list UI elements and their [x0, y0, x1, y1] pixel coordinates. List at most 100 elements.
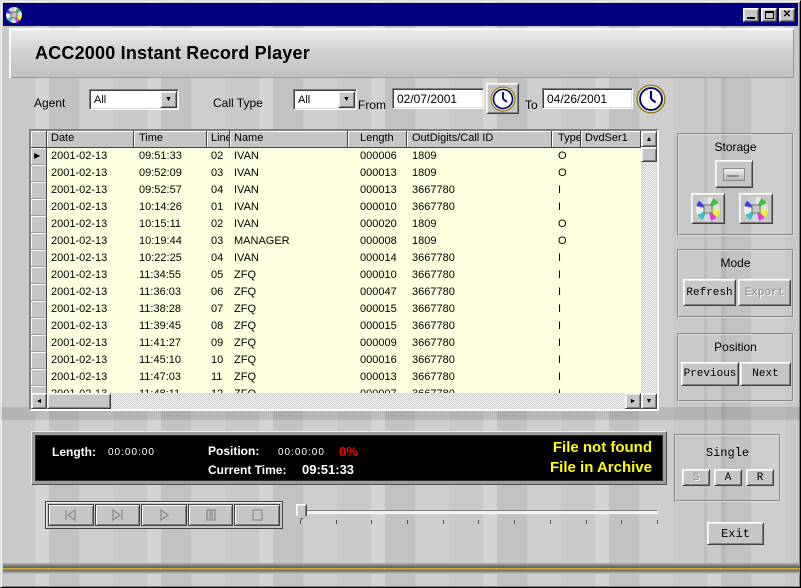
cell: 1809: [407, 216, 552, 233]
close-button[interactable]: ✕: [779, 8, 795, 22]
horizontal-scroll-track[interactable]: [111, 393, 625, 409]
row-selector[interactable]: [31, 250, 47, 267]
stop-button[interactable]: [234, 504, 280, 526]
pause-icon: [201, 508, 221, 522]
cell: 09: [207, 335, 230, 352]
table-row[interactable]: 2001-02-1311:41:2709ZFQ0000093667780I: [31, 335, 641, 352]
cell: [581, 165, 641, 182]
table-row[interactable]: 2001-02-1311:48:1112ZFQ0000073667780I: [31, 386, 641, 393]
table-row[interactable]: 2001-02-1309:52:0903IVAN0000131809O: [31, 165, 641, 182]
column-header-name[interactable]: Name: [230, 131, 348, 148]
chevron-down-icon[interactable]: ▼: [160, 91, 177, 108]
column-header-dvdser1[interactable]: DvdSer1: [581, 131, 641, 148]
row-selector[interactable]: [31, 165, 47, 182]
storage-drive-button[interactable]: [715, 160, 753, 188]
previous-button[interactable]: Previous: [681, 362, 739, 386]
next-button[interactable]: Next: [740, 362, 791, 386]
vertical-scroll-track[interactable]: [641, 162, 657, 393]
scroll-left-icon[interactable]: ◄: [31, 393, 47, 409]
scroll-up-icon[interactable]: ▲: [641, 131, 657, 147]
from-calendar-button[interactable]: [486, 83, 519, 114]
table-row[interactable]: 2001-02-1311:34:5505ZFQ0000103667780I: [31, 267, 641, 284]
row-selector[interactable]: [31, 369, 47, 386]
slider-thumb[interactable]: [296, 504, 307, 520]
to-date-input[interactable]: 04/26/2001: [542, 88, 633, 109]
column-header-line[interactable]: Line: [207, 131, 230, 148]
table-row[interactable]: ▶2001-02-1309:51:3302IVAN0000061809O: [31, 148, 641, 165]
column-header-type[interactable]: Type: [552, 131, 581, 148]
table-row[interactable]: 2001-02-1310:22:2504IVAN0000143667780I: [31, 250, 641, 267]
to-clock-button[interactable]: [634, 83, 667, 115]
scroll-down-icon[interactable]: ▼: [641, 393, 657, 409]
storage-cd2-button[interactable]: [739, 193, 773, 224]
row-selector[interactable]: [31, 233, 47, 250]
cell: 2001-02-13: [47, 284, 134, 301]
drive-icon: [723, 168, 745, 181]
table-row[interactable]: 2001-02-1311:47:0311ZFQ0000133667780I: [31, 369, 641, 386]
table-body: ▶2001-02-1309:51:3302IVAN0000061809O2001…: [31, 148, 641, 393]
cell: 000010: [348, 199, 407, 216]
cell: 2001-02-13: [47, 352, 134, 369]
table-row[interactable]: 2001-02-1310:19:4403MANAGER0000081809O: [31, 233, 641, 250]
single-r-button[interactable]: R: [746, 469, 774, 486]
seek-slider[interactable]: [294, 503, 662, 525]
row-selector[interactable]: [31, 267, 47, 284]
pause-button[interactable]: [188, 504, 234, 526]
cell: 1809: [407, 233, 552, 250]
current-row-indicator[interactable]: ▶: [31, 148, 47, 165]
minimize-button[interactable]: [743, 8, 759, 22]
column-header-date[interactable]: Date: [47, 131, 134, 148]
titlebar[interactable]: ✕: [3, 3, 798, 26]
table-row[interactable]: 2001-02-1310:14:2601IVAN0000103667780I: [31, 199, 641, 216]
column-header-length[interactable]: Length: [348, 131, 407, 148]
cell: 11:38:28: [134, 301, 207, 318]
horizontal-scrollbar[interactable]: ◄ ►: [31, 393, 641, 409]
cell: 000008: [348, 233, 407, 250]
next-track-button[interactable]: [95, 504, 141, 526]
export-button[interactable]: Export: [738, 279, 791, 306]
tick-mark: [300, 520, 301, 524]
table-row[interactable]: 2001-02-1311:38:2807ZFQ0000153667780I: [31, 301, 641, 318]
single-a-button[interactable]: A: [714, 469, 742, 486]
vertical-scroll-thumb[interactable]: [641, 147, 657, 162]
call-type-combo[interactable]: All ▼: [293, 89, 357, 110]
row-selector[interactable]: [31, 182, 47, 199]
column-header-time[interactable]: Time: [134, 131, 207, 148]
cell: O: [552, 165, 581, 182]
vertical-scrollbar[interactable]: ▲ ▼: [641, 131, 657, 409]
maximize-button[interactable]: [761, 8, 777, 22]
storage-cd1-button[interactable]: [691, 193, 725, 224]
row-selector[interactable]: [31, 284, 47, 301]
table-row[interactable]: 2001-02-1311:39:4508ZFQ0000153667780I: [31, 318, 641, 335]
chevron-down-icon[interactable]: ▼: [338, 91, 355, 108]
row-selector[interactable]: [31, 216, 47, 233]
row-selector[interactable]: [31, 335, 47, 352]
table-row[interactable]: 2001-02-1310:15:1102IVAN0000201809O: [31, 216, 641, 233]
previous-track-button[interactable]: [48, 504, 94, 526]
row-selector[interactable]: [31, 301, 47, 318]
column-header-outdigits-call-id[interactable]: OutDigits/Call ID: [407, 131, 552, 148]
table-row[interactable]: 2001-02-1309:52:5704IVAN0000133667780I: [31, 182, 641, 199]
slider-track[interactable]: [300, 510, 658, 514]
row-selector[interactable]: [31, 199, 47, 216]
row-selector[interactable]: [31, 318, 47, 335]
from-date-input[interactable]: 02/07/2001: [392, 88, 484, 109]
scroll-right-icon[interactable]: ►: [625, 393, 641, 409]
row-selector[interactable]: [31, 386, 47, 393]
agent-value: All: [90, 94, 160, 106]
cell: 3667780: [407, 301, 552, 318]
tick-mark: [443, 520, 444, 524]
play-button[interactable]: [141, 504, 187, 526]
cell: I: [552, 267, 581, 284]
cell: IVAN: [230, 199, 348, 216]
single-s-button[interactable]: S: [682, 469, 710, 486]
table-row[interactable]: 2001-02-1311:45:1010ZFQ0000163667780I: [31, 352, 641, 369]
exit-button[interactable]: Exit: [707, 522, 764, 545]
row-selector[interactable]: [31, 352, 47, 369]
horizontal-scroll-thumb[interactable]: [47, 393, 111, 409]
table-row[interactable]: 2001-02-1311:36:0306ZFQ0000473667780I: [31, 284, 641, 301]
agent-combo[interactable]: All ▼: [89, 89, 179, 110]
cell: 04: [207, 182, 230, 199]
header-band: ACC2000 Instant Record Player: [9, 28, 794, 78]
refresh-button[interactable]: Refresh: [683, 279, 736, 306]
